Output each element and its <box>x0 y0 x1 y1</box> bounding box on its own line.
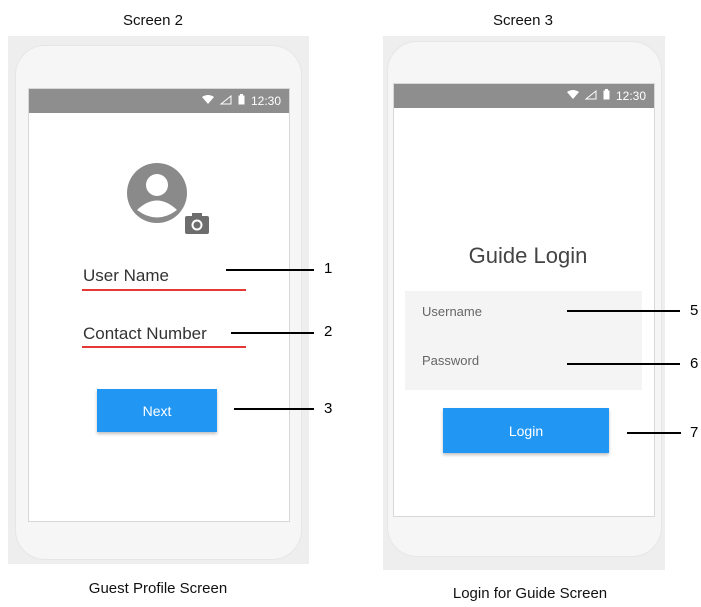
status-time: 12:30 <box>615 89 646 103</box>
signal-icon <box>219 94 232 108</box>
battery-icon <box>603 89 610 103</box>
callout-number-6: 6 <box>690 355 699 372</box>
screen-3-title: Screen 3 <box>492 12 554 29</box>
camera-icon[interactable] <box>184 211 210 235</box>
screen-2-caption: Guest Profile Screen <box>88 580 228 597</box>
username-field[interactable]: Username <box>422 304 482 319</box>
contact-number-field[interactable]: Contact Number <box>83 324 207 344</box>
callout-number-7: 7 <box>690 424 699 441</box>
wifi-icon <box>566 89 579 103</box>
user-name-field[interactable]: User Name <box>83 266 169 286</box>
callout-number-3: 3 <box>324 400 333 417</box>
callout-line-3 <box>234 408 314 410</box>
login-title: Guide Login <box>468 243 588 268</box>
wifi-icon <box>201 94 214 108</box>
signal-icon <box>584 89 597 103</box>
callout-number-5: 5 <box>690 302 699 319</box>
login-button[interactable]: Login <box>443 408 609 453</box>
callout-number-2: 2 <box>324 323 333 340</box>
user-name-underline <box>82 289 246 291</box>
callout-line-7 <box>627 432 681 434</box>
callout-number-1: 1 <box>324 260 333 277</box>
avatar-icon <box>127 163 187 223</box>
status-bar: 12:30 <box>394 84 654 108</box>
status-bar: 12:30 <box>29 89 289 113</box>
contact-number-underline <box>82 346 246 348</box>
callout-line-5 <box>567 310 680 312</box>
callout-line-1 <box>226 269 314 271</box>
status-time: 12:30 <box>250 94 281 108</box>
callout-line-6 <box>567 363 680 365</box>
password-field[interactable]: Password <box>422 353 479 368</box>
battery-icon <box>238 94 245 108</box>
screen-2-title: Screen 2 <box>122 12 184 29</box>
screen-display: 12:30 <box>28 88 290 522</box>
next-button[interactable]: Next <box>97 389 217 432</box>
callout-line-2 <box>231 332 314 334</box>
screen-3-caption: Login for Guide Screen <box>452 585 608 602</box>
